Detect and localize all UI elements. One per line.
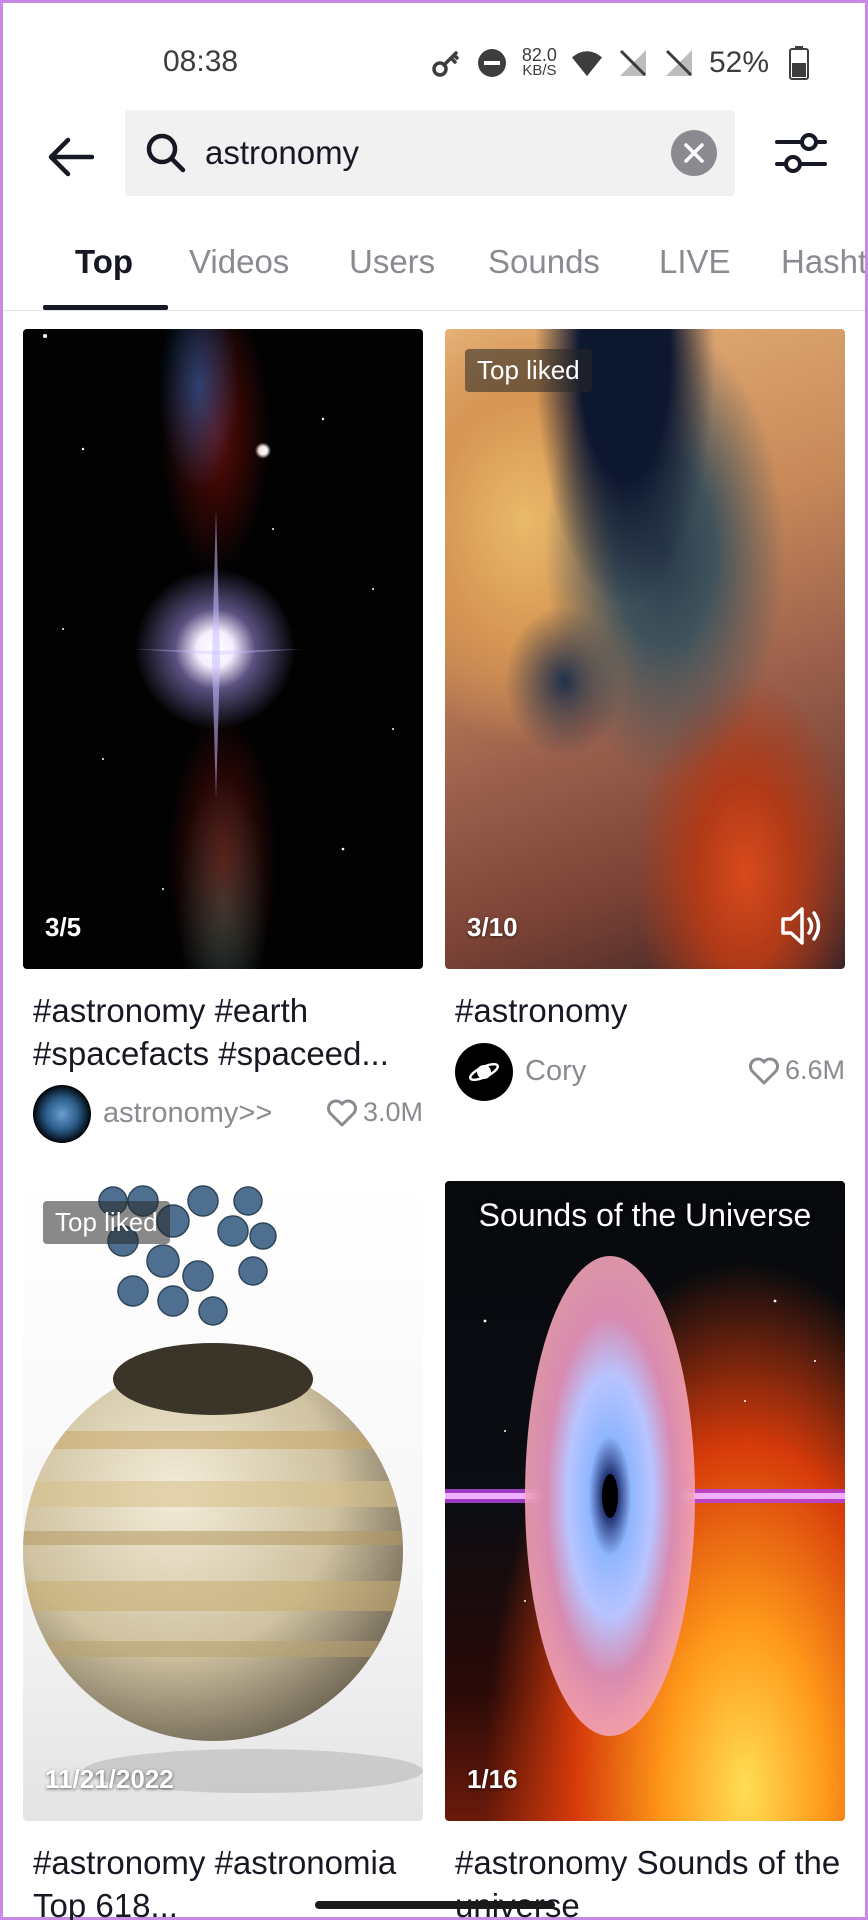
video-caption[interactable]: #astronomy #earth #spacefacts #spaceed..…: [33, 989, 423, 1075]
video-card[interactable]: 3/5 #astronomy #earth #spacefacts #space…: [23, 329, 423, 1149]
battery-icon: [783, 46, 815, 80]
battery-percentage: 52%: [708, 46, 769, 79]
volume-icon[interactable]: [779, 903, 825, 949]
author-row[interactable]: astronomy>> 3.0M: [33, 1085, 423, 1143]
tab-hashtags[interactable]: Hashtags: [781, 243, 865, 281]
sliders-icon: [775, 133, 827, 173]
network-speed-unit: KB/S: [522, 62, 557, 79]
no-sim-icon: [617, 47, 649, 79]
status-bar: 08:38 82.0 KB/S 52%: [3, 3, 865, 121]
active-tab-indicator: [43, 305, 168, 310]
search-input[interactable]: [205, 130, 625, 176]
author-name[interactable]: Cory: [525, 1055, 586, 1088]
starfield-image: [43, 334, 394, 890]
jupiter-image: [23, 1185, 423, 1793]
tab-sounds[interactable]: Sounds: [488, 243, 600, 281]
top-liked-badge: Top liked: [465, 349, 592, 392]
tab-users[interactable]: Users: [349, 243, 435, 281]
video-caption[interactable]: #astronomy: [455, 989, 845, 1032]
author-row[interactable]: Cory 6.6M: [455, 1043, 845, 1101]
video-card[interactable]: Top liked 11/21/2022 #astronomy #astrono…: [23, 1181, 423, 1920]
photo-counter: 11/21/2022: [45, 1764, 174, 1794]
search-tabs: Top Videos Users Sounds LIVE Hashtags: [3, 225, 865, 311]
tab-live[interactable]: LIVE: [659, 243, 731, 281]
top-liked-badge: Top liked: [43, 1201, 170, 1244]
video-card[interactable]: Top liked 3/10 #astronomy Cory 6.6M: [445, 329, 845, 1129]
video-thumbnail[interactable]: Top liked 3/10: [445, 329, 845, 969]
video-card[interactable]: Sounds of the Universe 1/16 #astronomy S…: [445, 1181, 845, 1920]
video-thumbnail[interactable]: Top liked 11/21/2022: [23, 1181, 423, 1821]
clear-search-button[interactable]: [671, 130, 717, 176]
video-thumbnail[interactable]: Sounds of the Universe 1/16: [445, 1181, 845, 1821]
key-icon: [430, 47, 462, 79]
video-overlay-title: Sounds of the Universe: [478, 1197, 812, 1233]
close-icon: [684, 143, 704, 163]
do-not-disturb-icon: [476, 47, 508, 79]
heart-icon: [326, 1099, 357, 1126]
video-thumbnail[interactable]: 3/5: [23, 329, 423, 969]
search-bar[interactable]: [125, 110, 735, 196]
like-count: 6.6M: [748, 1055, 845, 1086]
like-count: 3.0M: [326, 1097, 423, 1128]
like-count-value: 3.0M: [362, 1097, 423, 1127]
arrow-left-icon: [48, 137, 94, 177]
tab-videos[interactable]: Videos: [189, 243, 289, 281]
network-speed-value: 82.0: [521, 45, 557, 65]
filter-button[interactable]: [771, 125, 831, 181]
avatar[interactable]: [33, 1085, 91, 1143]
like-count-value: 6.6M: [784, 1055, 845, 1085]
planet-icon: [468, 1062, 500, 1082]
search-icon: [146, 133, 186, 173]
status-icons: 82.0 KB/S 52%: [430, 41, 815, 85]
heart-icon: [748, 1057, 779, 1084]
no-sim-icon: [663, 47, 695, 79]
photo-counter: 3/5: [45, 912, 82, 942]
home-indicator[interactable]: [315, 1901, 555, 1909]
black-hole-image: [445, 1256, 845, 1736]
network-speed: 82.0 KB/S: [521, 45, 557, 79]
photo-counter: 3/10: [467, 912, 518, 942]
back-button[interactable]: [43, 129, 99, 185]
author-name[interactable]: astronomy>>: [103, 1097, 272, 1130]
wifi-icon: [571, 47, 603, 79]
status-time: 08:38: [163, 45, 239, 78]
avatar[interactable]: [455, 1043, 513, 1101]
photo-counter: 1/16: [467, 1764, 518, 1794]
tab-top[interactable]: Top: [75, 243, 133, 281]
